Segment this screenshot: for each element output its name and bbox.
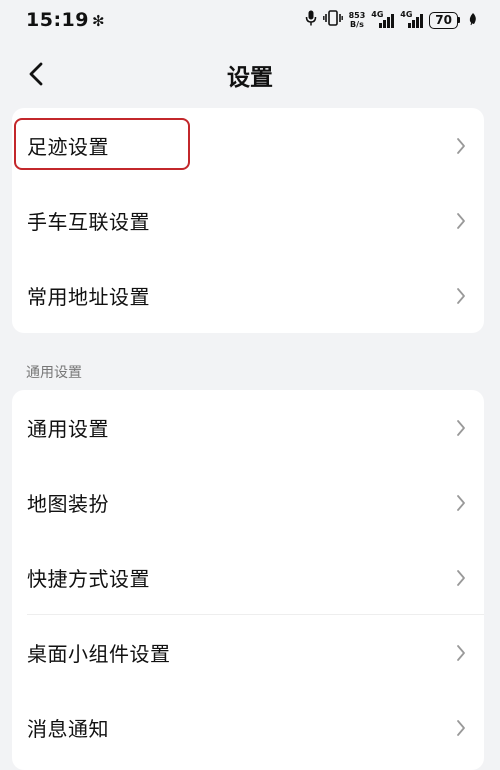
settings-group-2: 通用设置 地图装扮 快捷方式设置 桌面小组件设置 消息通知 <box>12 390 484 770</box>
item-label: 常用地址设置 <box>27 285 150 309</box>
item-label: 足迹设置 <box>27 135 109 159</box>
chevron-right-icon <box>457 212 465 229</box>
widget-settings-item[interactable]: 桌面小组件设置 <box>12 615 484 690</box>
page-title: 设置 <box>227 65 273 91</box>
chevron-right-icon <box>457 137 465 154</box>
car-connect-settings-item[interactable]: 手车互联设置 <box>12 183 484 258</box>
microphone-icon <box>305 10 317 30</box>
chevron-right-icon <box>457 644 465 661</box>
notification-item[interactable]: 消息通知 <box>12 690 484 765</box>
settings-group-1: 足迹设置 手车互联设置 常用地址设置 <box>12 108 484 333</box>
item-label: 消息通知 <box>27 717 109 741</box>
signal-icon-2: 4G <box>400 10 424 28</box>
item-label: 通用设置 <box>27 417 109 441</box>
status-bar: 15:19 ✻ 853 B/s 4G 4G 70 <box>0 0 500 40</box>
status-icons: 853 B/s 4G 4G 70 <box>305 10 478 30</box>
battery-icon: 70 <box>429 11 460 29</box>
general-settings-item[interactable]: 通用设置 <box>12 390 484 465</box>
item-label: 地图装扮 <box>27 492 109 516</box>
chevron-right-icon <box>457 569 465 586</box>
leaf-icon <box>468 12 478 29</box>
status-time: 15:19 <box>26 9 89 31</box>
battery-level: 70 <box>429 11 458 29</box>
section-header-general: 通用设置 <box>26 365 82 381</box>
footprint-settings-item[interactable]: 足迹设置 <box>12 108 484 183</box>
navigation-bar: 设置 <box>0 44 500 104</box>
chevron-right-icon <box>457 287 465 304</box>
signal-icon: 4G <box>371 10 395 28</box>
bluetooth-icon: ✻ <box>91 11 105 30</box>
vibrate-icon <box>322 10 343 30</box>
item-label: 快捷方式设置 <box>27 567 150 591</box>
chevron-right-icon <box>457 494 465 511</box>
chevron-right-icon <box>457 719 465 736</box>
net-speed: 853 B/s <box>348 11 366 29</box>
chevron-right-icon <box>457 419 465 436</box>
item-label: 手车互联设置 <box>27 210 150 234</box>
item-label: 桌面小组件设置 <box>27 642 171 666</box>
map-theme-item[interactable]: 地图装扮 <box>12 465 484 540</box>
address-settings-item[interactable]: 常用地址设置 <box>12 258 484 333</box>
shortcut-settings-item[interactable]: 快捷方式设置 <box>12 540 484 615</box>
